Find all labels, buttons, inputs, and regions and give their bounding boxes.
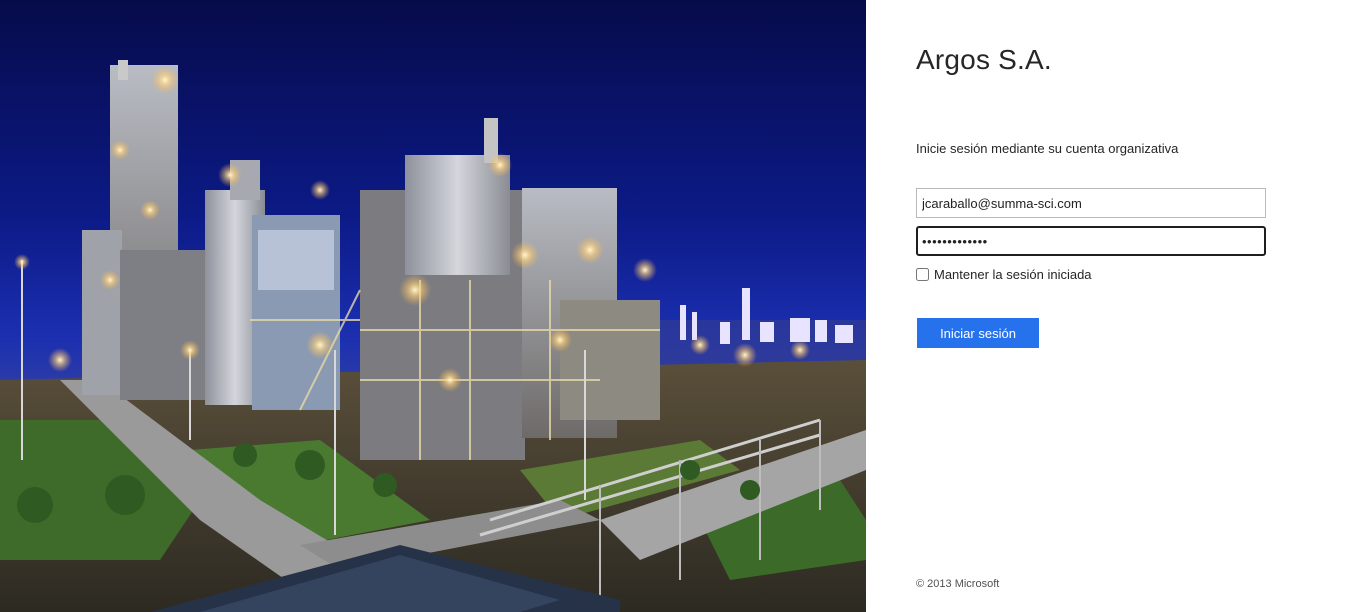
login-page: Argos S.A. Inicie sesión mediante su cue… <box>0 0 1366 612</box>
keep-signed-in-label: Mantener la sesión iniciada <box>934 267 1092 282</box>
username-input[interactable] <box>916 188 1266 218</box>
sign-in-button[interactable]: Iniciar sesión <box>917 318 1039 348</box>
copyright-footer: © 2013 Microsoft <box>916 578 1000 590</box>
organization-name: Argos S.A. <box>916 44 1052 75</box>
password-input[interactable] <box>916 226 1266 256</box>
keep-signed-in-option[interactable]: Mantener la sesión iniciada <box>916 267 1092 282</box>
keep-signed-in-checkbox[interactable] <box>916 268 929 281</box>
industrial-plant-image <box>0 0 866 612</box>
sign-in-panel: Argos S.A. Inicie sesión mediante su cue… <box>866 0 1366 612</box>
sign-in-intro-text: Inicie sesión mediante su cuenta organiz… <box>916 141 1179 156</box>
